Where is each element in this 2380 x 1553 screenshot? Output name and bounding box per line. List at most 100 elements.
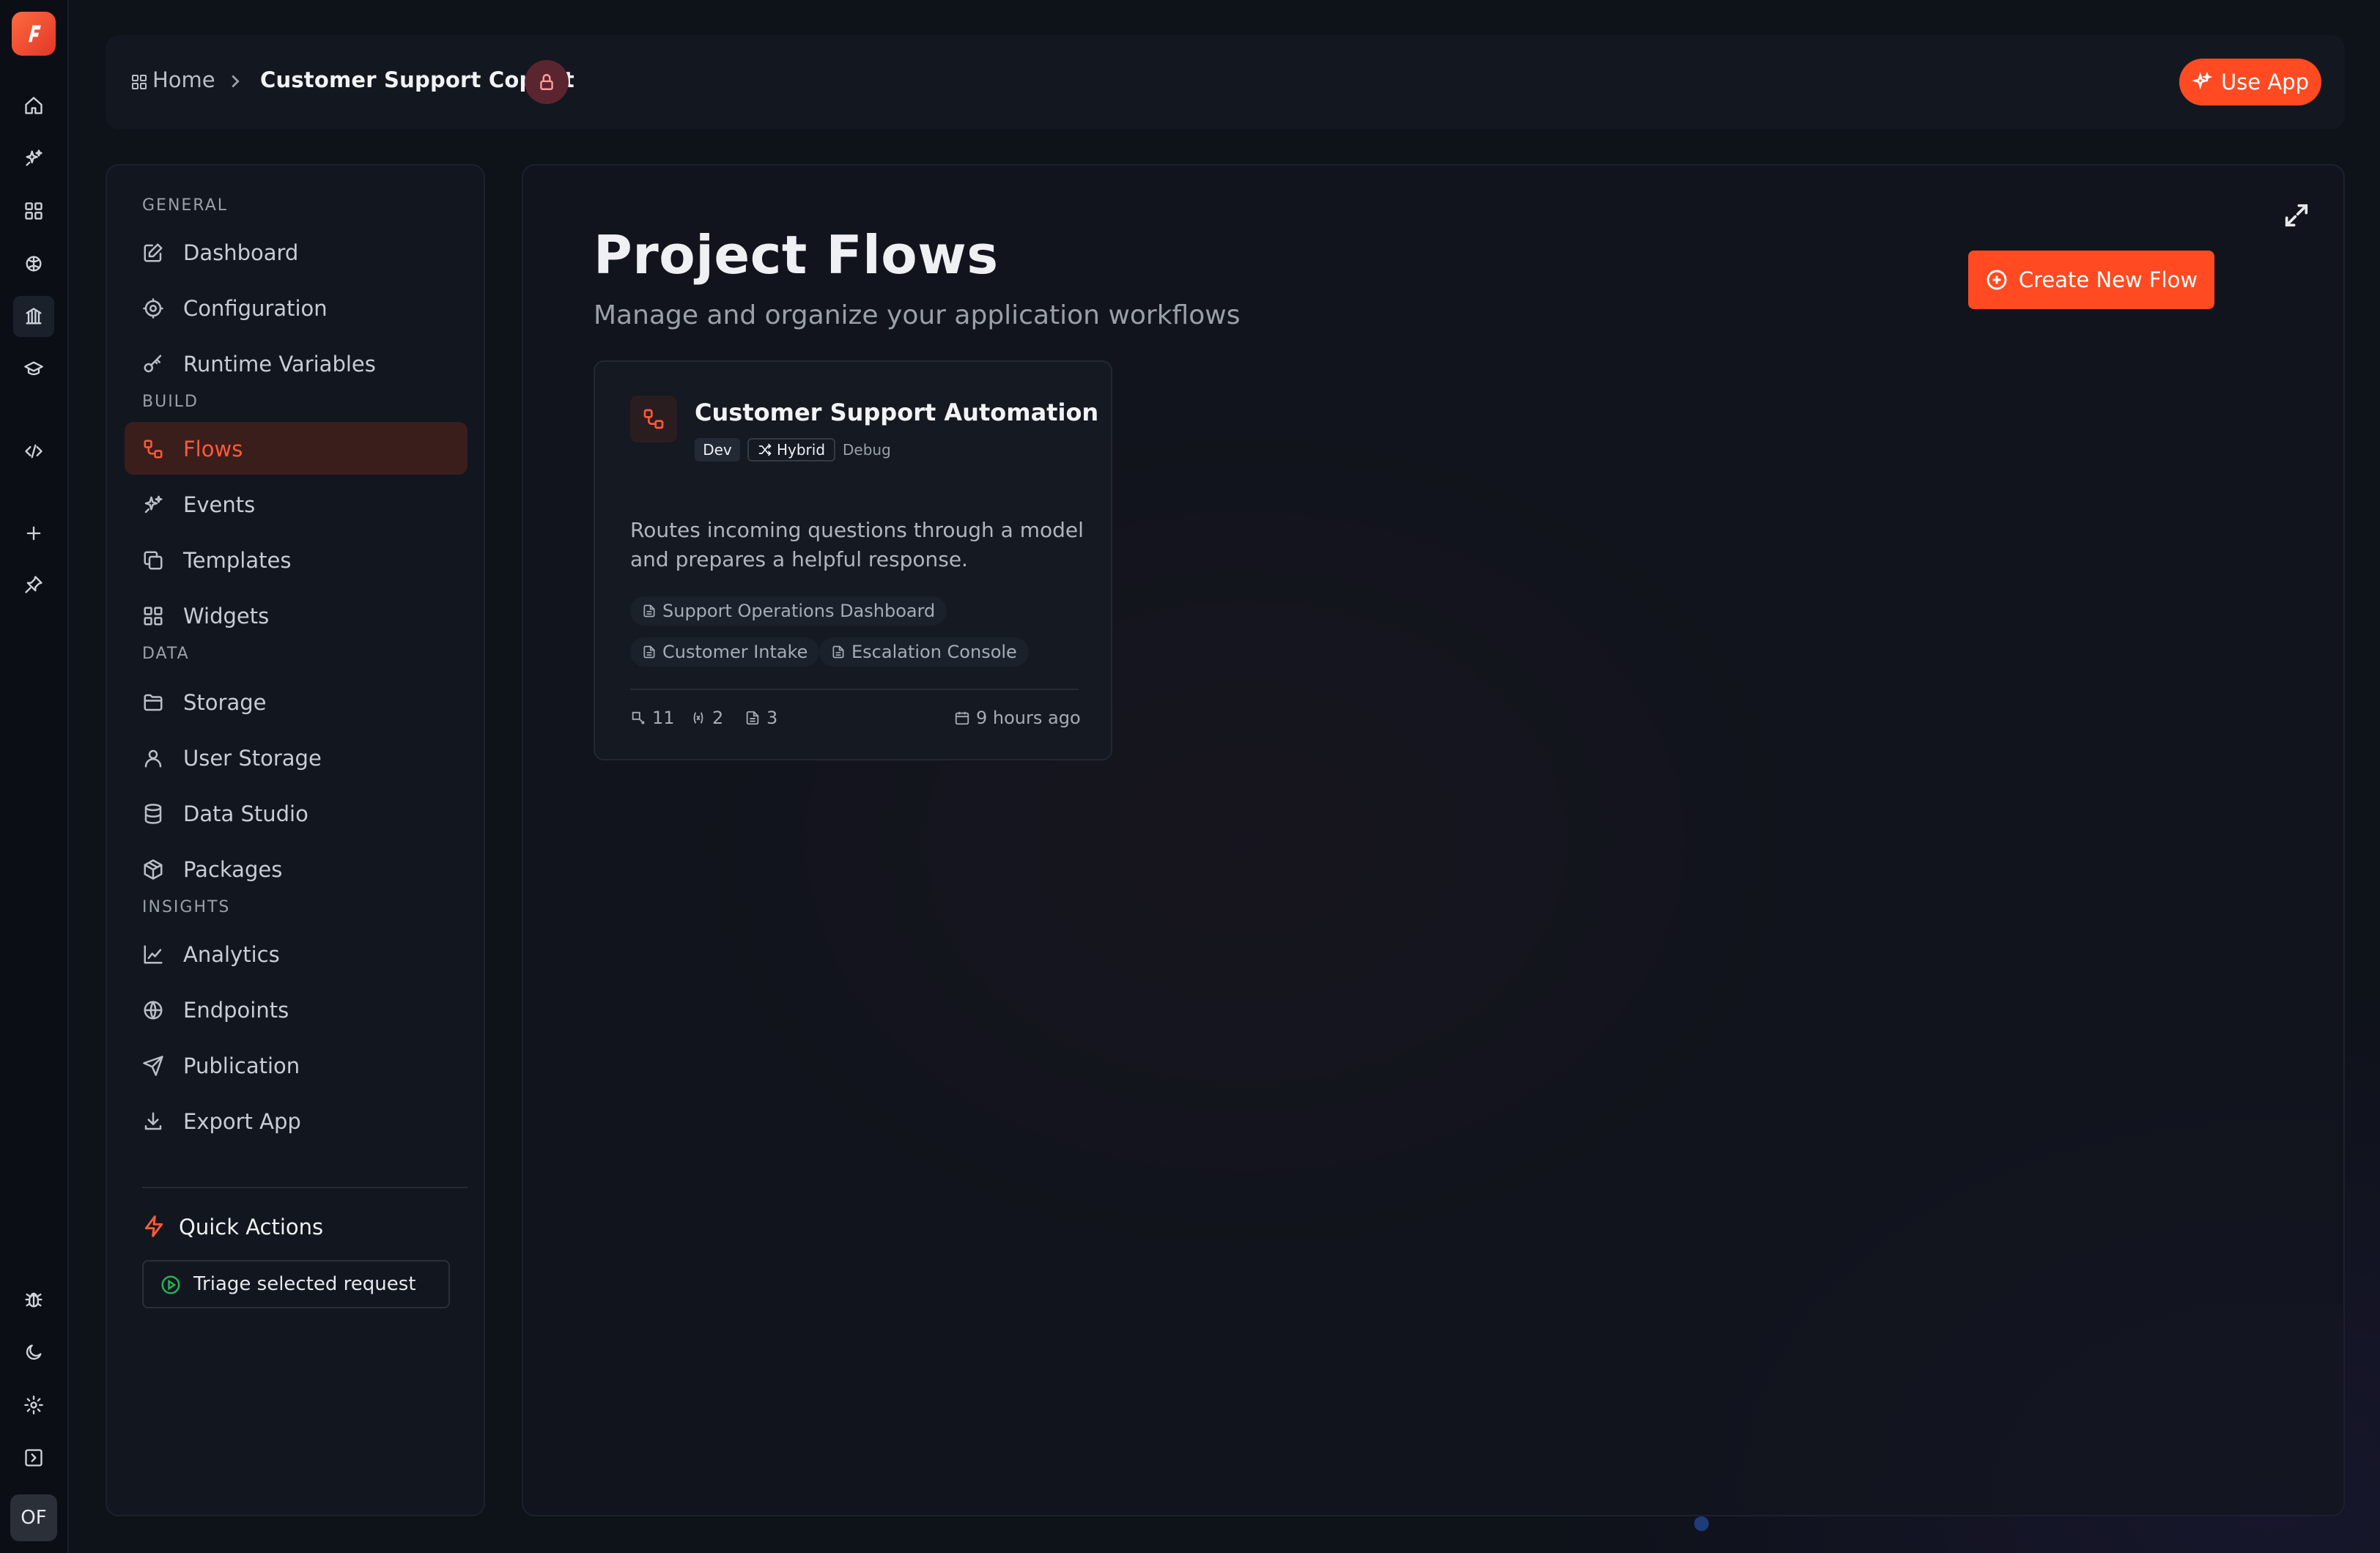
- flow-card[interactable]: Customer Support Automation Dev Hybrid D…: [594, 360, 1112, 760]
- package-icon: [142, 859, 164, 881]
- nav-label: Runtime Variables: [183, 352, 376, 377]
- page-title: Project Flows: [594, 224, 999, 286]
- nav-item-analytics[interactable]: Analytics: [125, 927, 468, 980]
- use-app-label: Use App: [2220, 70, 2310, 94]
- folder-icon: [142, 692, 164, 714]
- flow-name[interactable]: Customer Support Automation: [695, 399, 1098, 426]
- send-icon: [142, 1055, 164, 1077]
- code-icon[interactable]: [13, 431, 54, 472]
- nav-item-flows[interactable]: Flows: [125, 422, 468, 475]
- chevron-right-icon: [224, 70, 246, 92]
- nav-section-build: BUILD: [142, 393, 199, 411]
- top-bar: Home Customer Support Copilot Use App: [106, 35, 2345, 129]
- nav-item-endpoints[interactable]: Endpoints: [125, 983, 468, 1036]
- nav-item-events[interactable]: Events: [125, 478, 468, 530]
- stat-updated-value: 9 hours ago: [976, 708, 1081, 728]
- nav-label: Endpoints: [183, 998, 289, 1023]
- nav-item-user-storage[interactable]: User Storage: [125, 731, 468, 784]
- scroll-indicator: [1694, 1516, 1709, 1531]
- env-badge: Dev: [695, 438, 740, 462]
- expand-icon[interactable]: [2282, 201, 2311, 230]
- page-tag-label: Support Operations Dashboard: [662, 601, 936, 621]
- library-icon[interactable]: [13, 296, 54, 337]
- nav-label: Export App: [183, 1109, 301, 1134]
- stat-updated: 9 hours ago: [954, 708, 1081, 728]
- key-icon: [142, 353, 164, 375]
- lightning-icon: [142, 1215, 166, 1238]
- file-icon: [746, 711, 759, 725]
- icon-rail: OF: [0, 0, 69, 1553]
- create-new-flow-label: Create New Flow: [2018, 267, 2198, 292]
- shuffle-icon: [758, 443, 772, 456]
- nav-divider: [142, 1187, 468, 1188]
- nav-item-templates[interactable]: Templates: [125, 533, 468, 586]
- debug-badge: Debug: [843, 441, 891, 459]
- gear-icon[interactable]: [13, 1385, 54, 1426]
- nav-item-packages[interactable]: Packages: [125, 842, 468, 895]
- gear-icon: [142, 297, 164, 319]
- page-subtitle: Manage and organize your application wor…: [594, 300, 1241, 330]
- lock-icon[interactable]: [525, 60, 569, 104]
- page-tag-label: Customer Intake: [662, 642, 808, 662]
- nav-section-general: GENERAL: [142, 196, 229, 215]
- use-app-button[interactable]: Use App: [2179, 59, 2321, 105]
- nav-label: Packages: [183, 857, 283, 882]
- stat-variables-value: 2: [712, 708, 724, 728]
- quick-action-label: Triage selected request: [193, 1273, 416, 1295]
- nav-label: Publication: [183, 1053, 300, 1078]
- bug-icon[interactable]: [13, 1279, 54, 1320]
- create-new-flow-button[interactable]: Create New Flow: [1968, 251, 2214, 309]
- nav-item-configuration[interactable]: Configuration: [125, 281, 468, 334]
- grid-icon[interactable]: [13, 190, 54, 231]
- graduation-cap-icon[interactable]: [13, 349, 54, 390]
- plus-circle-icon: [1987, 270, 2007, 290]
- nav-item-runtime-variables[interactable]: Runtime Variables: [125, 337, 468, 390]
- variable-icon: [693, 712, 703, 724]
- stat-variables: 2: [690, 708, 723, 728]
- page-tag[interactable]: Escalation Console: [819, 637, 1029, 667]
- plus-icon[interactable]: [13, 513, 54, 554]
- file-icon: [832, 645, 844, 659]
- page-tag[interactable]: Support Operations Dashboard: [630, 596, 947, 626]
- page-tag[interactable]: Customer Intake: [630, 637, 820, 667]
- nav-label: Data Studio: [183, 801, 308, 826]
- panel-toggle-icon[interactable]: [13, 1437, 54, 1478]
- sparkles-icon: [142, 494, 164, 516]
- sparkles-icon: [2192, 72, 2212, 90]
- nodes-icon: [632, 711, 645, 724]
- nav-section-insights: INSIGHTS: [142, 898, 231, 916]
- moon-icon[interactable]: [13, 1332, 54, 1373]
- nav-label: Dashboard: [183, 240, 299, 265]
- mode-badge: Hybrid: [747, 438, 835, 462]
- flow-description: Routes incoming questions through a mode…: [630, 518, 1084, 571]
- nav-item-publication[interactable]: Publication: [125, 1039, 468, 1091]
- card-divider: [630, 689, 1079, 690]
- stat-pages-value: 3: [766, 708, 778, 728]
- nav-item-widgets[interactable]: Widgets: [125, 589, 468, 642]
- nav-section-data: DATA: [142, 645, 190, 663]
- nav-label: Flows: [183, 437, 243, 462]
- logo-icon[interactable]: [12, 12, 56, 56]
- nav-item-export-app[interactable]: Export App: [125, 1094, 468, 1147]
- file-icon: [643, 604, 655, 618]
- nav-item-storage[interactable]: Storage: [125, 675, 468, 728]
- edit-icon: [142, 242, 164, 264]
- breadcrumb-home[interactable]: Home: [152, 67, 215, 92]
- sparkles-icon[interactable]: [13, 138, 54, 179]
- grid-icon[interactable]: [130, 73, 148, 91]
- nav-item-data-studio[interactable]: Data Studio: [125, 787, 468, 839]
- nav-item-dashboard[interactable]: Dashboard: [125, 226, 468, 278]
- avatar[interactable]: OF: [10, 1494, 57, 1541]
- nav-label: Events: [183, 492, 256, 517]
- database-icon: [142, 803, 164, 825]
- download-icon: [142, 1111, 164, 1133]
- brain-icon[interactable]: [13, 243, 54, 284]
- home-icon[interactable]: [13, 85, 54, 126]
- nav-label: Templates: [183, 548, 292, 573]
- pin-icon[interactable]: [13, 564, 54, 605]
- nav-label: User Storage: [183, 746, 322, 771]
- stat-nodes: 11: [630, 708, 675, 728]
- calendar-icon: [955, 711, 969, 725]
- workflow-icon: [630, 396, 677, 442]
- quick-action-triage-button[interactable]: Triage selected request: [142, 1260, 450, 1308]
